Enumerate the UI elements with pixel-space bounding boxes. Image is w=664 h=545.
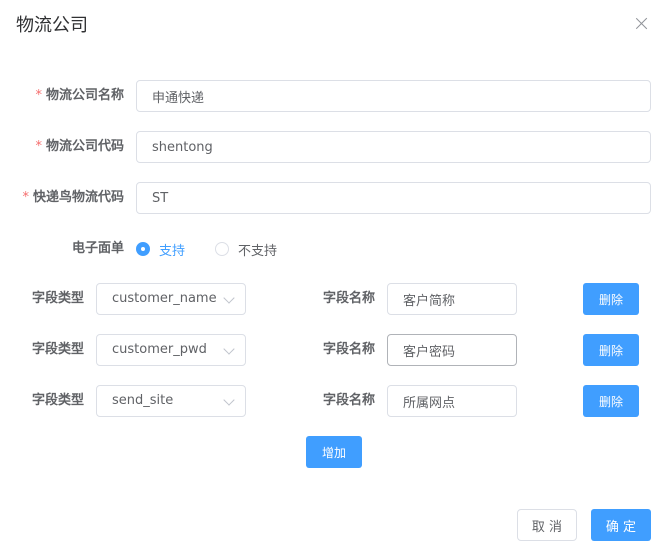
- e-waybill-label: 电子面单: [71, 241, 124, 256]
- field-type-label: 字段类型: [31, 342, 84, 357]
- field-type-value: send_site: [112, 393, 174, 408]
- add-field-button[interactable]: 增加: [306, 436, 362, 468]
- chevron-down-icon: [223, 394, 235, 406]
- chevron-down-icon: [223, 292, 235, 304]
- required-mark: *: [35, 139, 42, 154]
- close-icon[interactable]: [633, 15, 651, 33]
- field-name-input[interactable]: [387, 334, 517, 366]
- chevron-down-icon: [223, 343, 235, 355]
- field-type-label: 字段类型: [31, 291, 84, 306]
- company-name-input[interactable]: [136, 80, 651, 112]
- radio-checked-icon: [136, 242, 150, 256]
- e-waybill-radio-group: 支持 不支持: [136, 240, 307, 259]
- delete-button[interactable]: 删除: [583, 385, 639, 417]
- field-type-value: customer_pwd: [112, 342, 207, 357]
- company-name-label: * 物流公司名称: [10, 80, 124, 112]
- cancel-button[interactable]: 取 消: [517, 509, 577, 541]
- field-name-label: 字段名称: [322, 393, 375, 408]
- kdn-code-input[interactable]: [136, 182, 651, 214]
- delete-button[interactable]: 删除: [583, 334, 639, 366]
- kdn-code-label-text: 快递鸟物流代码: [32, 190, 124, 205]
- field-name-label: 字段名称: [322, 291, 375, 306]
- field-name-label: 字段名称: [322, 342, 375, 357]
- field-name-input[interactable]: [387, 385, 517, 417]
- field-type-select[interactable]: send_site: [96, 385, 246, 417]
- field-name-input[interactable]: [387, 283, 517, 315]
- radio-not-support-label: 不支持: [238, 243, 278, 259]
- company-code-label: * 物流公司代码: [10, 131, 124, 163]
- radio-support-label: 支持: [159, 243, 186, 259]
- radio-support[interactable]: 支持: [136, 240, 185, 259]
- field-type-value: customer_name: [112, 291, 217, 306]
- logistics-dialog: 物流公司 *物流公司名称 *物流公司代码 *快递鸟物流代码 电子面单 支持 不支…: [0, 0, 664, 545]
- radio-unchecked-icon: [215, 242, 230, 256]
- radio-not-support[interactable]: 不支持: [215, 240, 277, 259]
- delete-button[interactable]: 删除: [583, 283, 639, 315]
- company-code-input[interactable]: [136, 131, 651, 163]
- company-code-label-text: 物流公司代码: [45, 139, 124, 154]
- required-mark: *: [35, 88, 42, 103]
- dialog-title: 物流公司: [16, 15, 88, 36]
- field-type-select[interactable]: customer_name: [96, 283, 246, 315]
- kdn-code-label: * 快递鸟物流代码: [4, 182, 124, 214]
- confirm-button[interactable]: 确 定: [591, 509, 651, 541]
- company-name-label-text: 物流公司名称: [45, 88, 124, 103]
- field-type-label: 字段类型: [31, 393, 84, 408]
- required-mark: *: [22, 190, 29, 205]
- field-type-select[interactable]: customer_pwd: [96, 334, 246, 366]
